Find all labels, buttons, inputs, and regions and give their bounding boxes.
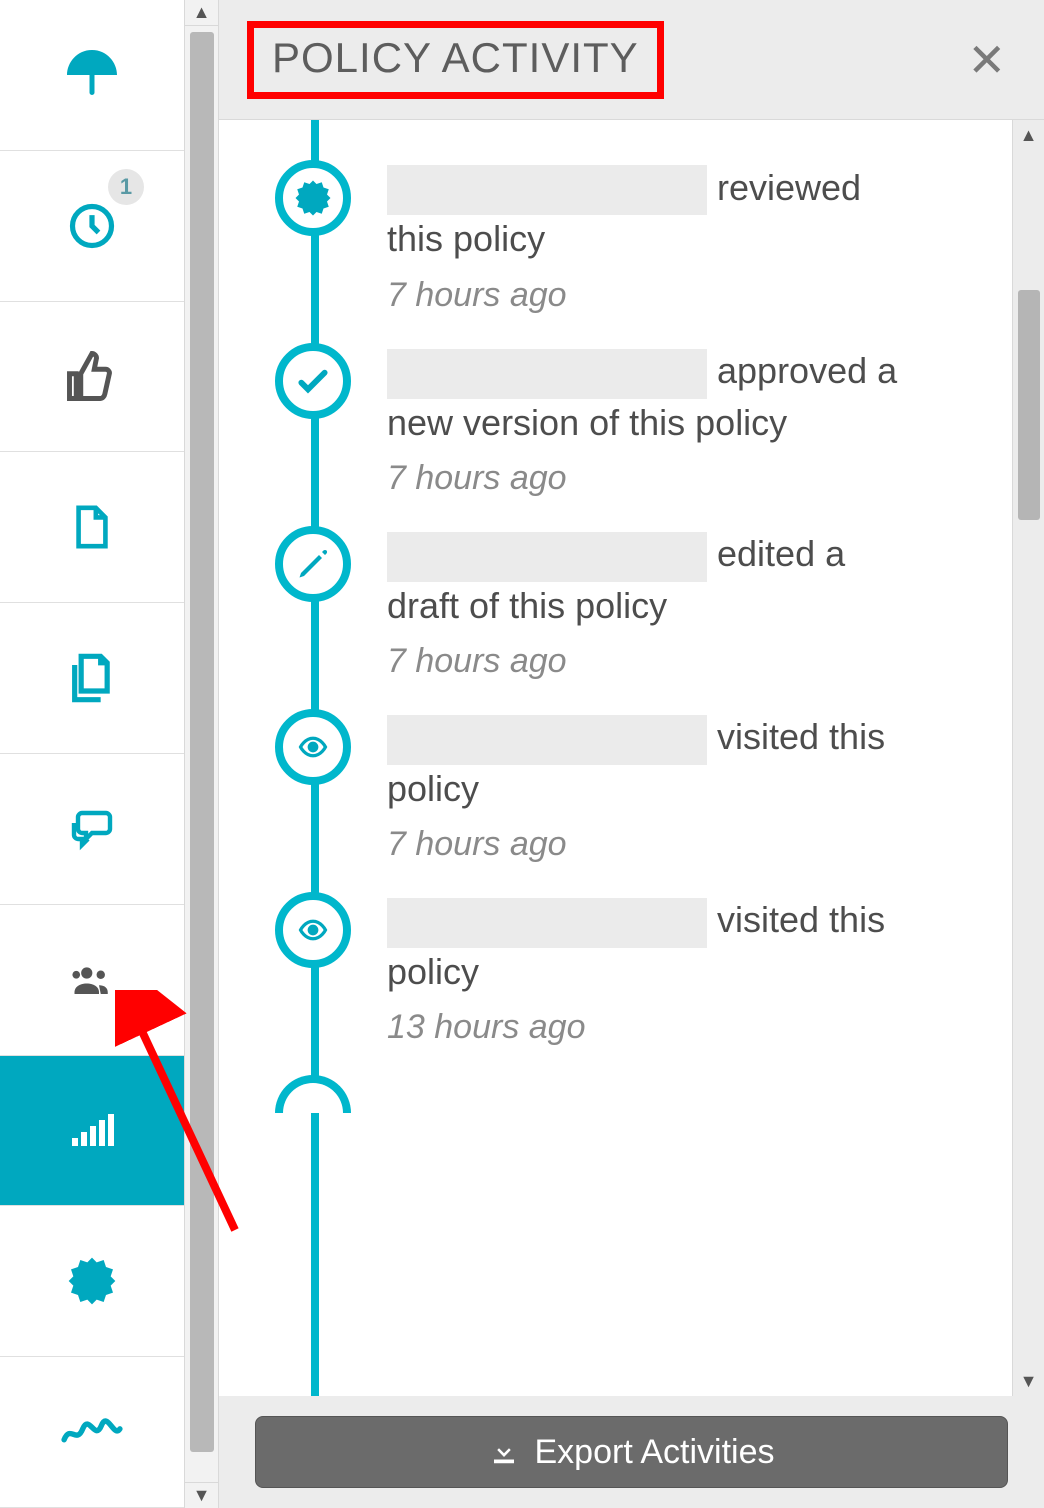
activity-time: 7 hours ago: [387, 825, 907, 864]
certificate-icon: [292, 177, 334, 219]
activity-timeline: reviewed this policy 7 hours ago approve…: [219, 120, 1012, 1396]
activity-row: [219, 1075, 1012, 1113]
file-icon: [69, 498, 115, 556]
activity-node: [275, 892, 351, 968]
scroll-down-icon[interactable]: ▼: [1013, 1366, 1044, 1396]
notification-badge: 1: [108, 169, 144, 205]
scroll-up-icon[interactable]: ▲: [185, 0, 218, 26]
activity-node: [275, 526, 351, 602]
redacted-name: [387, 165, 707, 215]
files-icon: [66, 650, 118, 706]
activity-panel: POLICY ACTIVITY ✕ reviewed this policy 7…: [219, 0, 1044, 1508]
scroll-down-icon[interactable]: ▼: [185, 1482, 218, 1508]
activity-time: 7 hours ago: [387, 459, 907, 498]
panel-title: POLICY ACTIVITY: [272, 34, 639, 82]
activity-time: 13 hours ago: [387, 1008, 907, 1047]
signal-icon: [63, 1106, 121, 1154]
activity-text: visited this policy: [387, 896, 907, 996]
sidebar-item-users[interactable]: [0, 905, 184, 1056]
sidebar-item-umbrella[interactable]: [0, 0, 184, 151]
umbrella-icon: [62, 45, 122, 105]
activity-node: [275, 343, 351, 419]
activity-node: [275, 160, 351, 236]
activity-row: approved a new version of this policy 7 …: [219, 343, 1012, 498]
sidebar-item-comments[interactable]: [0, 754, 184, 905]
sidebar-item-signal[interactable]: [0, 1056, 184, 1207]
panel-footer: Export Activities: [219, 1396, 1044, 1508]
redacted-name: [387, 715, 707, 765]
scroll-up-icon[interactable]: ▲: [1013, 120, 1044, 150]
redacted-name: [387, 349, 707, 399]
panel-header: POLICY ACTIVITY ✕: [219, 0, 1044, 120]
sidebar-scroll-thumb[interactable]: [190, 32, 214, 1452]
check-icon: [293, 361, 333, 401]
activity-text: approved a new version of this policy: [387, 347, 907, 447]
activity-time: 7 hours ago: [387, 276, 907, 315]
sidebar-item-clock[interactable]: 1: [0, 151, 184, 302]
export-activities-button[interactable]: Export Activities: [255, 1416, 1008, 1488]
sidebar-item-thumbs-up[interactable]: [0, 302, 184, 453]
redacted-name: [387, 898, 707, 948]
export-button-label: Export Activities: [535, 1433, 775, 1472]
users-icon: [62, 959, 122, 1001]
thumbs-up-icon: [65, 349, 119, 403]
download-icon: [489, 1437, 519, 1467]
activity-text: visited this policy: [387, 713, 907, 813]
sidebar-item-files[interactable]: [0, 603, 184, 754]
activity-node: [275, 709, 351, 785]
activity-text: reviewed this policy: [387, 164, 907, 264]
sidebar-item-file[interactable]: [0, 452, 184, 603]
panel-scroll-thumb[interactable]: [1018, 290, 1040, 520]
panel-scrollbar[interactable]: ▲ ▼: [1012, 120, 1044, 1396]
pencil-icon: [295, 546, 331, 582]
activity-row: reviewed this policy 7 hours ago: [219, 160, 1012, 315]
sidebar-scrollbar[interactable]: ▲ ▼: [185, 0, 219, 1508]
activity-row: edited a draft of this policy 7 hours ag…: [219, 526, 1012, 681]
eye-icon: [291, 915, 335, 945]
panel-title-highlight: POLICY ACTIVITY: [247, 21, 664, 99]
signature-icon: [61, 1413, 123, 1451]
close-button[interactable]: ✕: [957, 33, 1016, 87]
activity-node: [275, 1075, 351, 1113]
activity-row: visited this policy 7 hours ago: [219, 709, 1012, 864]
sidebar-item-certificate[interactable]: [0, 1206, 184, 1357]
redacted-name: [387, 532, 707, 582]
sidebar-item-signature[interactable]: [0, 1357, 184, 1508]
activity-text: edited a draft of this policy: [387, 530, 907, 630]
activity-time: 7 hours ago: [387, 642, 907, 681]
certificate-icon: [64, 1253, 120, 1309]
comments-icon: [63, 805, 121, 853]
activity-row: visited this policy 13 hours ago: [219, 892, 1012, 1047]
sidebar: 1: [0, 0, 185, 1508]
eye-icon: [291, 732, 335, 762]
clock-icon: [66, 200, 118, 252]
